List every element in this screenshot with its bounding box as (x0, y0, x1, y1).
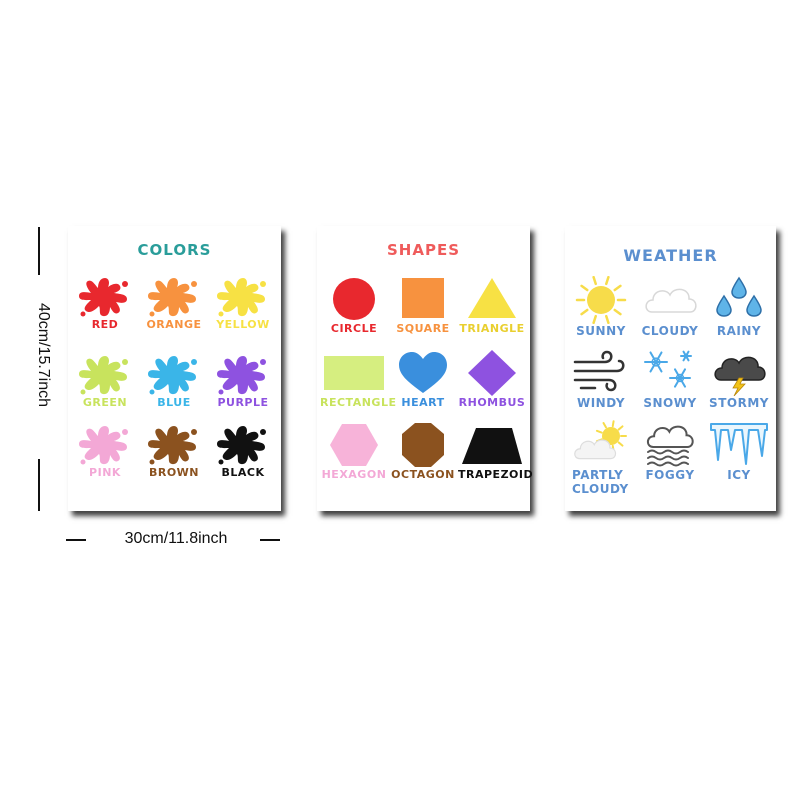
grid-item-black: BLACK (209, 420, 277, 479)
grid-item-cloudy: CLOUDY (637, 276, 703, 338)
grid-item-green: GREEN (71, 350, 139, 409)
cloud-icon (637, 276, 703, 324)
item-label: RHOMBUS (458, 396, 526, 409)
raindrops-icon (706, 276, 772, 324)
poster-colors: COLORS RED ORANGE YELLOW GREEN BLUE PURPLE PIN… (68, 226, 281, 511)
splat-icon (209, 272, 277, 318)
grid-item-heart: HEART (389, 350, 457, 409)
width-dimension-line-left (66, 539, 86, 541)
rhombus-icon (458, 350, 526, 396)
height-dimension-marker: 40cm/15.7inch (28, 227, 52, 511)
poster-shapes: SHAPES CIRCLE SQUARE TRIANGLE RECTANGLE HEAR… (317, 226, 534, 511)
circle-icon (320, 276, 388, 322)
item-label: HEXAGON (321, 468, 387, 481)
splat-icon (71, 272, 139, 318)
triangle-icon (458, 276, 526, 322)
item-label: GREEN (82, 396, 128, 409)
grid-item-icy: ICY (706, 420, 772, 482)
item-label: PURPLE (217, 396, 269, 409)
grid-item-hexagon: HEXAGON (320, 422, 388, 481)
item-label: BROWN (148, 466, 200, 479)
item-label: PINK (89, 466, 121, 479)
grid-item-pink: PINK (71, 420, 139, 479)
grid-item-foggy: FOGGY (637, 420, 703, 482)
splat-icon (209, 420, 277, 466)
grid-item-orange: ORANGE (140, 272, 208, 331)
poster-weather: WEATHER SUNNY CLOUDY RAINY WINDY SNOWY STOR… (565, 226, 776, 511)
item-label: ICY (727, 468, 751, 482)
square-icon (389, 276, 457, 322)
item-label: BLACK (221, 466, 265, 479)
wind-icon (568, 348, 634, 396)
grid-item-rectangle: RECTANGLE (320, 350, 397, 409)
height-dimension-line-bottom (38, 459, 40, 511)
item-label: RECTANGLE (320, 396, 397, 409)
item-label: SNOWY (643, 396, 697, 410)
grid-item-windy: WINDY (568, 348, 634, 410)
grid-item-square: SQUARE (389, 276, 457, 335)
grid-item-blue: BLUE (140, 350, 208, 409)
rectangle-icon (320, 350, 388, 396)
item-label: TRIANGLE (459, 322, 525, 335)
grid-item-trapezoid: TRAPEZOID (458, 422, 534, 481)
fog-icon (637, 420, 703, 468)
heart-icon (389, 350, 457, 396)
grid-item-snowy: SNOWY (637, 348, 703, 410)
storm-cloud-icon (706, 348, 772, 396)
item-label: PARTLY CLOUDY (572, 468, 629, 496)
item-label: ORANGE (146, 318, 202, 331)
grid-item-circle: CIRCLE (320, 276, 388, 335)
item-label: CLOUDY (641, 324, 699, 338)
splat-icon (71, 350, 139, 396)
height-dimension-label: 40cm/15.7inch (35, 302, 52, 408)
grid-item-yellow: YELLOW (209, 272, 277, 331)
item-label: OCTAGON (391, 468, 455, 481)
hexagon-icon (320, 422, 388, 468)
splat-icon (140, 272, 208, 318)
poster-title: WEATHER (623, 246, 718, 265)
item-label: SQUARE (396, 322, 450, 335)
item-label: BLUE (157, 396, 191, 409)
grid-item-red: RED (71, 272, 139, 331)
item-label: HEART (401, 396, 445, 409)
grid-item-brown: BROWN (140, 420, 208, 479)
poster-title: SHAPES (386, 241, 460, 259)
item-label: CIRCLE (330, 322, 378, 335)
grid-item-triangle: TRIANGLE (458, 276, 526, 335)
item-label: YELLOW (216, 318, 270, 331)
splat-icon (71, 420, 139, 466)
item-label: FOGGY (645, 468, 695, 482)
grid-item-purple: PURPLE (209, 350, 277, 409)
width-dimension-marker: 30cm/11.8inch (66, 528, 282, 550)
trapezoid-icon (458, 422, 526, 468)
grid-item-rainy: RAINY (706, 276, 772, 338)
grid-item-rhombus: RHOMBUS (458, 350, 526, 409)
item-label: SUNNY (576, 324, 626, 338)
octagon-icon (389, 422, 457, 468)
item-label: TRAPEZOID (458, 468, 534, 481)
grid-item-octagon: OCTAGON (389, 422, 457, 481)
width-dimension-line-right (260, 539, 280, 541)
icicles-icon (706, 420, 772, 468)
splat-icon (209, 350, 277, 396)
item-label: RED (91, 318, 119, 331)
partly-cloudy-icon (568, 420, 634, 468)
splat-icon (140, 420, 208, 466)
width-dimension-label: 30cm/11.8inch (124, 530, 228, 547)
grid-item-sunny: SUNNY (568, 276, 634, 338)
grid-item-partly-cloudy: PARTLY CLOUDY (568, 420, 634, 496)
poster-title: COLORS (137, 241, 212, 259)
item-label: STORMY (709, 396, 769, 410)
item-label: WINDY (576, 396, 626, 410)
sun-icon (568, 276, 634, 324)
grid-item-stormy: STORMY (706, 348, 772, 410)
splat-icon (140, 350, 208, 396)
snowflake-icon (637, 348, 703, 396)
item-label: RAINY (716, 324, 762, 338)
